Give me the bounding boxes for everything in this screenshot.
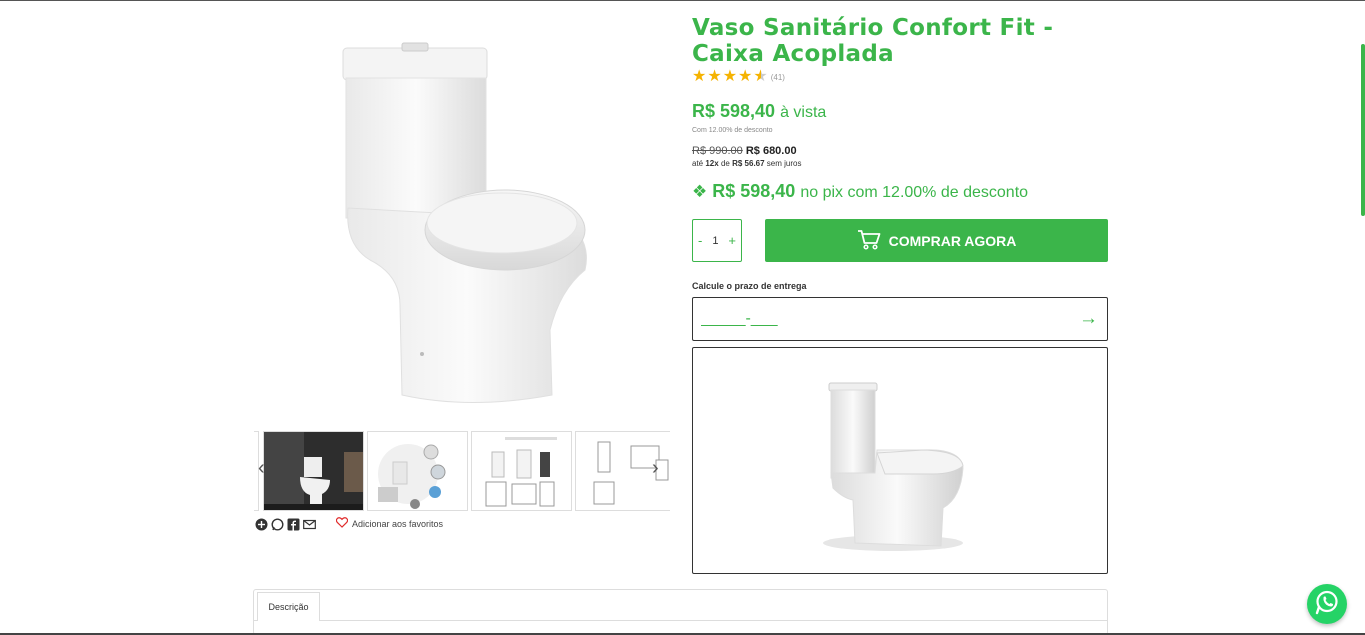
tabs-divider bbox=[254, 620, 1107, 621]
pix-suffix: no pix com 12.00% de desconto bbox=[800, 184, 1029, 201]
whatsapp-icon bbox=[1314, 589, 1340, 620]
discount-note: Com 12.00% de desconto bbox=[692, 127, 773, 134]
facebook-icon[interactable] bbox=[287, 518, 300, 531]
thumbnail-4[interactable] bbox=[471, 431, 572, 511]
price-cash-suffix: à vista bbox=[780, 104, 827, 121]
add-to-favorites[interactable]: Adicionar aos favoritos bbox=[335, 517, 444, 530]
whatsapp-chat-button[interactable] bbox=[1307, 584, 1347, 624]
thumbnail-carousel: ‹ › bbox=[254, 431, 670, 512]
carousel-next-icon[interactable]: › bbox=[652, 458, 659, 478]
buy-now-button[interactable]: COMPRAR AGORA bbox=[765, 219, 1108, 262]
tab-description[interactable]: Descrição bbox=[257, 592, 320, 621]
quantity-value[interactable]: 1 bbox=[712, 235, 718, 247]
quantity-stepper: - 1 + bbox=[692, 219, 742, 262]
arrow-right-icon[interactable]: → bbox=[1079, 308, 1098, 330]
scrollbar-thumb[interactable] bbox=[1361, 44, 1365, 216]
top-border bbox=[0, 0, 1365, 1]
shipping-label: Calcule o prazo de entrega bbox=[692, 281, 807, 291]
half-star-icon: ★ bbox=[753, 68, 768, 85]
price-cash: R$ 598,40 à vista bbox=[692, 101, 826, 122]
installments-count: 12x bbox=[705, 159, 719, 168]
favorites-label: Adicionar aos favoritos bbox=[352, 518, 444, 529]
pix-value: R$ 598,40 bbox=[712, 181, 796, 201]
product-video[interactable] bbox=[692, 347, 1108, 574]
product-tabs: Descrição bbox=[253, 589, 1108, 635]
cep-field-container: → bbox=[692, 297, 1108, 341]
star-icon: ★ bbox=[722, 68, 738, 85]
star-icon: ★ bbox=[738, 68, 753, 85]
star-icon: ★ bbox=[692, 68, 707, 85]
share-row bbox=[255, 518, 316, 531]
quantity-plus-button[interactable]: + bbox=[728, 233, 736, 248]
buy-now-label: COMPRAR AGORA bbox=[888, 232, 1017, 249]
cep-input[interactable] bbox=[701, 308, 1061, 330]
installments-suffix: sem juros bbox=[766, 159, 802, 168]
installments-de: de bbox=[720, 159, 730, 168]
carousel-prev-icon[interactable]: ‹ bbox=[258, 458, 265, 478]
rating-count: (41) bbox=[770, 72, 785, 82]
installments: até 12x de R$ 56.67 sem juros bbox=[692, 159, 801, 168]
old-price: R$ 990.00 bbox=[692, 145, 743, 157]
thumbnail-2[interactable] bbox=[263, 431, 364, 511]
whatsapp-icon[interactable] bbox=[271, 518, 284, 531]
price-pix: ❖ R$ 598,40 no pix com 12.00% de descont… bbox=[692, 181, 1028, 202]
price-cash-value: R$ 598,40 bbox=[692, 101, 776, 121]
installments-value: R$ 56.67 bbox=[732, 159, 765, 168]
cart-icon bbox=[857, 229, 881, 253]
installments-prefix: até bbox=[692, 159, 704, 168]
product-main-image[interactable] bbox=[330, 40, 600, 410]
price-compare: R$ 990.00 R$ 680.00 bbox=[692, 145, 797, 157]
pix-icon: ❖ bbox=[692, 182, 708, 201]
star-icon: ★ bbox=[707, 68, 722, 85]
new-price: R$ 680.00 bbox=[745, 145, 797, 157]
plus-circle-icon[interactable] bbox=[255, 518, 268, 531]
product-title: Vaso Sanitário Confort Fit - Caixa Acopl… bbox=[692, 15, 1054, 67]
quantity-minus-button[interactable]: - bbox=[698, 233, 702, 248]
email-icon[interactable] bbox=[303, 518, 316, 531]
heart-icon bbox=[335, 517, 349, 530]
thumbnail-3[interactable] bbox=[367, 431, 468, 511]
product-rating[interactable]: ★ ★ ★ ★ ★ (41) bbox=[692, 69, 785, 85]
